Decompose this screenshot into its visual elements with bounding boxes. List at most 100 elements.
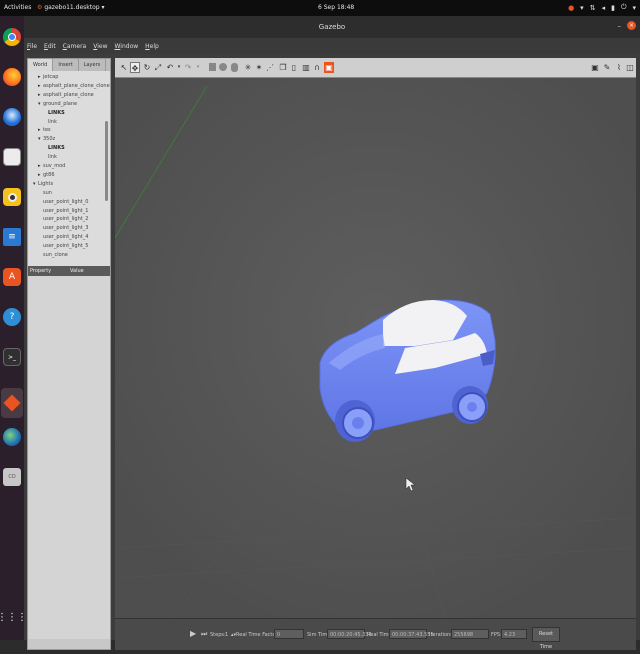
step-icon[interactable]: ⏭ <box>201 630 207 639</box>
front-hub <box>352 417 364 429</box>
tab-layers[interactable]: Layers <box>79 59 107 71</box>
tree-item-label: Lights <box>38 180 54 187</box>
tree-item[interactable]: LINKS <box>43 145 65 151</box>
tree-item-label: 350z <box>43 136 56 143</box>
value-column-header[interactable]: Value <box>68 268 108 274</box>
redo-history-icon[interactable]: ▾ <box>193 62 203 73</box>
tray-menu-icon[interactable]: ▾ <box>632 4 636 12</box>
menu-bar: File Edit Camera View Window Help <box>24 38 640 54</box>
tree-item[interactable]: user_point_light_2 <box>38 216 88 222</box>
window-title: Gazebo <box>318 23 346 31</box>
thunderbird-icon[interactable] <box>3 108 21 126</box>
point-light-icon[interactable]: ✳ <box>243 62 253 73</box>
power-icon[interactable]: ⏻ <box>621 3 627 12</box>
software-center-icon[interactable]: A <box>3 268 21 286</box>
log-icon[interactable]: ✎ <box>602 62 612 73</box>
tree-item-label: LINKS <box>48 109 65 116</box>
activities-button[interactable]: Activities <box>4 4 31 11</box>
tree-item[interactable]: ▾ Lights <box>33 181 53 187</box>
show-apps-icon[interactable]: ⋮⋮⋮ <box>0 608 27 626</box>
tree-item[interactable]: ▸ suv_mod <box>38 163 65 169</box>
tree-item[interactable]: user_point_light_1 <box>38 208 88 214</box>
window-titlebar[interactable]: Gazebo – × <box>24 16 640 38</box>
align-icon[interactable]: ▥ <box>301 62 311 73</box>
tree-item[interactable]: link <box>43 154 57 160</box>
tree-item[interactable]: LINKS <box>43 110 65 116</box>
network-icon[interactable]: ⇅ <box>590 4 596 12</box>
globe-icon[interactable] <box>3 428 21 446</box>
system-tray[interactable]: ● ▾ ⇅ ◂ ▮ ⏻ ▾ <box>568 3 636 12</box>
tree-item-label: sun <box>43 189 52 196</box>
app-menu-button[interactable]: ⚙ gazebo11.desktop ▾ <box>37 4 105 11</box>
tree-item[interactable]: user_point_light_0 <box>38 199 88 205</box>
screenshot-icon[interactable]: ▣ <box>590 62 600 73</box>
writer-icon[interactable]: ≡ <box>3 228 21 246</box>
tree-item[interactable]: sun_clone <box>38 252 68 258</box>
box-shape-icon[interactable] <box>207 62 217 73</box>
snap-icon[interactable]: ∩ <box>312 62 322 73</box>
help-icon[interactable]: ? <box>3 308 21 326</box>
select-mode-icon[interactable]: ↖ <box>119 62 129 73</box>
clock[interactable]: 6 Sep 18:48 <box>318 4 354 11</box>
gazebo-dock-icon[interactable] <box>1 388 23 418</box>
property-column-header[interactable]: Property <box>28 268 68 274</box>
firefox-icon[interactable] <box>3 68 21 86</box>
record-video-icon[interactable]: ◫ <box>625 62 635 73</box>
disk-icon[interactable]: CD <box>3 468 21 486</box>
tree-item-label: user_point_light_2 <box>43 216 89 223</box>
tree-item[interactable]: ▸ asphalt_plane_clone <box>38 92 94 98</box>
world-tree[interactable]: ▸ jetcap ▸ asphalt_plane_clone_clone ▸ asphal… <box>28 71 110 266</box>
scale-mode-icon[interactable]: ⤢ <box>153 62 163 73</box>
wifi-icon[interactable]: ▾ <box>580 4 584 12</box>
menu-edit[interactable]: Edit <box>44 43 56 50</box>
battery-icon[interactable]: ▮ <box>611 4 615 12</box>
tree-item[interactable]: ▾ ground_plane <box>38 101 77 107</box>
paste-icon[interactable]: ▯ <box>289 62 299 73</box>
files-icon[interactable] <box>3 148 21 166</box>
dock: ≡ A ? >_ CD ⋮⋮⋮ <box>0 16 27 640</box>
menu-help[interactable]: Help <box>145 43 159 50</box>
plot-icon[interactable]: ⌇ <box>614 62 624 73</box>
terminal-icon[interactable]: >_ <box>3 348 21 366</box>
notification-icon[interactable]: ● <box>568 4 574 12</box>
tree-item[interactable]: link <box>43 119 57 125</box>
volume-icon[interactable]: ◂ <box>602 4 606 12</box>
tree-item[interactable]: ▸ jetcap <box>38 74 58 80</box>
tab-insert[interactable]: Insert <box>53 59 79 71</box>
tree-item[interactable]: user_point_light_3 <box>38 225 88 231</box>
copy-icon[interactable]: ❐ <box>278 62 288 73</box>
tree-item-label: user_point_light_1 <box>43 207 89 214</box>
tab-world[interactable]: World <box>28 59 54 71</box>
spot-light-icon[interactable]: ✶ <box>254 62 264 73</box>
directional-light-icon[interactable]: ⋰ <box>265 62 275 73</box>
tree-item[interactable]: ▸ gt86 <box>38 172 55 178</box>
play-icon[interactable]: ▶ <box>190 629 196 638</box>
tree-item[interactable]: ▾ 350z <box>38 136 55 142</box>
property-table[interactable] <box>28 276 110 639</box>
rotate-mode-icon[interactable]: ↻ <box>142 62 152 73</box>
menu-view[interactable]: View <box>93 43 107 50</box>
close-window-icon[interactable]: × <box>627 21 636 30</box>
sphere-shape-icon[interactable] <box>218 62 228 73</box>
steps-value[interactable]: 1 <box>225 632 228 638</box>
tree-item[interactable]: user_point_light_4 <box>38 234 88 240</box>
steps-label: Steps: <box>210 632 226 638</box>
menu-file[interactable]: File <box>27 43 37 50</box>
change-view-icon[interactable]: ▣ <box>324 62 334 73</box>
chrome-icon[interactable] <box>3 28 21 46</box>
tree-item[interactable]: ▸ asphalt_plane_clone_clone <box>38 83 110 89</box>
tree-item[interactable]: sun <box>38 190 52 196</box>
redo-icon[interactable]: ↷ <box>183 62 193 73</box>
tree-item[interactable]: ▸ tes <box>38 127 51 133</box>
minimize-icon[interactable]: – <box>618 22 622 30</box>
tree-scrollbar[interactable] <box>105 121 108 201</box>
menu-window[interactable]: Window <box>114 43 138 50</box>
fps-value: 4.23 <box>501 629 527 639</box>
menu-camera[interactable]: Camera <box>63 43 87 50</box>
tree-item[interactable]: user_point_light_5 <box>38 243 88 249</box>
translate-mode-icon[interactable]: ✥ <box>130 62 140 73</box>
scene-viewport[interactable] <box>115 78 636 618</box>
rhythmbox-icon[interactable] <box>3 188 21 206</box>
cylinder-shape-icon[interactable] <box>229 62 239 73</box>
tree-item-label: link <box>48 118 57 125</box>
